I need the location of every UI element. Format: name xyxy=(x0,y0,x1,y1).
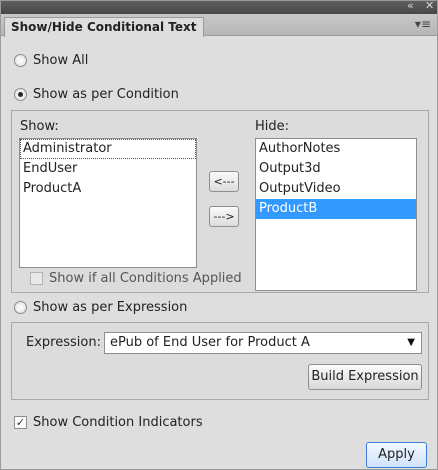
tab-show-hide-conditional-text[interactable]: Show/Hide Conditional Text xyxy=(4,17,204,37)
indicators-label: Show Condition Indicators xyxy=(33,415,203,430)
show-all-radio[interactable] xyxy=(14,54,27,67)
build-expression-button[interactable]: Build Expression xyxy=(308,364,422,390)
list-item-selected[interactable]: ProductB xyxy=(256,199,416,219)
move-to-hide-button[interactable]: ---> xyxy=(209,206,239,227)
expression-group: Expression: ePub of End User for Product… xyxy=(11,322,429,400)
hide-list[interactable]: AuthorNotes Output3d OutputVideo Product… xyxy=(255,138,417,291)
close-icon[interactable]: ✕ xyxy=(425,0,434,12)
per-expression-label: Show as per Expression xyxy=(33,300,188,315)
condition-group: Show: Hide: Administrator EndUser Produc… xyxy=(11,110,429,293)
expression-label: Expression: xyxy=(26,335,101,350)
expression-select[interactable]: ePub of End User for Product A ▼ xyxy=(104,332,422,354)
tab-label: Show/Hide Conditional Text xyxy=(11,20,197,34)
conditional-text-panel: « ✕ Show/Hide Conditional Text ▾≡ Show A… xyxy=(0,0,438,470)
per-expression-radio[interactable] xyxy=(14,301,27,314)
list-item[interactable]: OutputVideo xyxy=(256,179,416,199)
move-to-show-button[interactable]: <--- xyxy=(209,171,239,192)
list-item[interactable]: ProductA xyxy=(20,179,196,199)
show-list-label: Show: xyxy=(20,119,59,134)
panel-title-bar: « ✕ xyxy=(1,0,437,14)
per-condition-label: Show as per Condition xyxy=(33,87,179,102)
collapse-icon[interactable]: « xyxy=(407,0,414,12)
list-item[interactable]: Output3d xyxy=(256,159,416,179)
show-list[interactable]: Administrator EndUser ProductA xyxy=(19,138,197,268)
tab-row: Show/Hide Conditional Text ▾≡ xyxy=(1,14,437,37)
chevron-down-icon: ▼ xyxy=(407,337,415,348)
list-item[interactable]: Administrator xyxy=(20,139,196,159)
all-conditions-label: Show if all Conditions Applied xyxy=(49,271,242,286)
apply-button[interactable]: Apply xyxy=(366,442,427,468)
hide-list-label: Hide: xyxy=(255,119,290,134)
list-item[interactable]: EndUser xyxy=(20,159,196,179)
per-condition-radio[interactable] xyxy=(14,88,27,101)
per-condition-option[interactable]: Show as per Condition xyxy=(14,87,179,102)
all-conditions-checkbox[interactable] xyxy=(30,272,43,285)
expression-value: ePub of End User for Product A xyxy=(110,335,310,350)
show-all-label: Show All xyxy=(33,53,89,68)
per-expression-option[interactable]: Show as per Expression xyxy=(14,300,187,315)
list-item[interactable]: AuthorNotes xyxy=(256,139,416,159)
show-all-option[interactable]: Show All xyxy=(14,53,88,68)
indicators-option[interactable]: ✓ Show Condition Indicators xyxy=(14,415,203,430)
indicators-checkbox[interactable]: ✓ xyxy=(14,416,27,429)
panel-menu-icon[interactable]: ▾≡ xyxy=(415,17,431,31)
all-conditions-option[interactable]: Show if all Conditions Applied xyxy=(30,271,242,286)
